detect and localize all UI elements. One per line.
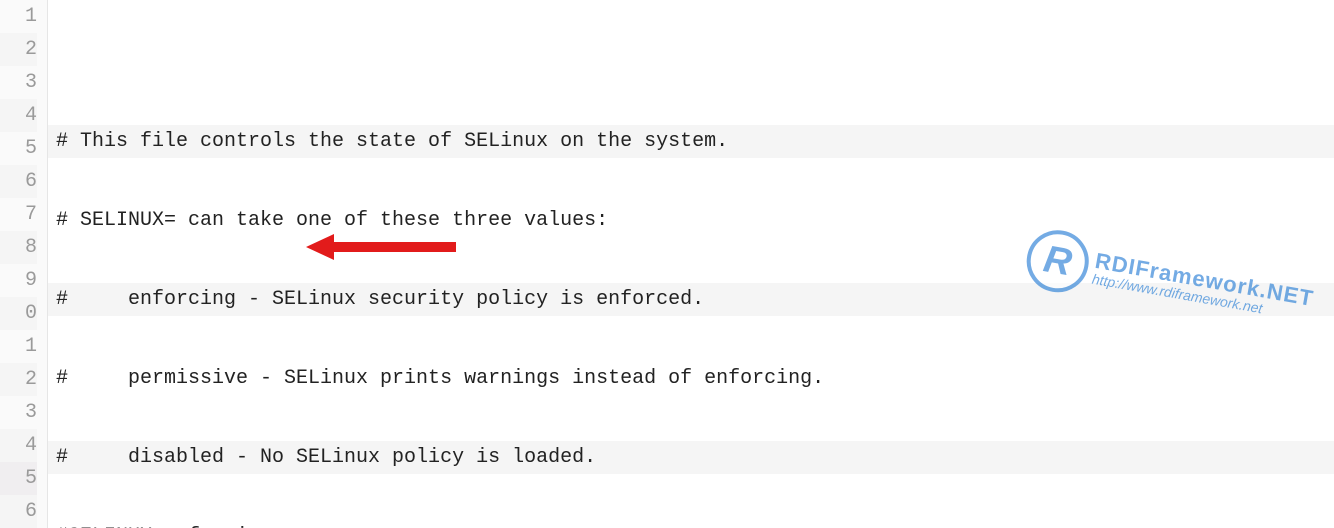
line-number: 6 (0, 495, 37, 528)
line-number-gutter: 1 2 3 4 5 6 7 8 9 0 1 2 3 4 5 6 (0, 0, 48, 528)
line-number: 8 (0, 231, 37, 264)
line-number: 5 (0, 462, 37, 495)
line-number: 7 (0, 198, 37, 231)
code-area[interactable]: # This file controls the state of SELinu… (48, 0, 1334, 528)
line-number: 0 (0, 297, 37, 330)
line-number: 4 (0, 99, 37, 132)
line-number: 6 (0, 165, 37, 198)
line-number: 4 (0, 429, 37, 462)
line-number: 2 (0, 363, 37, 396)
watermark: R RDIFramework.NET http://www.rdiframewo… (1021, 225, 1317, 336)
line-number: 1 (0, 0, 37, 33)
line-number: 9 (0, 264, 37, 297)
code-line: # disabled - No SELinux policy is loaded… (48, 441, 1334, 474)
line-number: 3 (0, 66, 37, 99)
line-number: 1 (0, 330, 37, 363)
code-line (48, 46, 1334, 79)
code-line: # enforcing - SELinux security policy is… (48, 283, 1334, 316)
code-line: # This file controls the state of SELinu… (48, 125, 1334, 158)
line-number: 5 (0, 132, 37, 165)
code-line: # permissive - SELinux prints warnings i… (48, 362, 1334, 395)
code-editor[interactable]: 1 2 3 4 5 6 7 8 9 0 1 2 3 4 5 6 # This f… (0, 0, 1334, 528)
line-number: 2 (0, 33, 37, 66)
code-line: #SELINUX=enforcing (48, 520, 1334, 528)
line-number: 3 (0, 396, 37, 429)
code-line: # SELINUX= can take one of these three v… (48, 204, 1334, 237)
